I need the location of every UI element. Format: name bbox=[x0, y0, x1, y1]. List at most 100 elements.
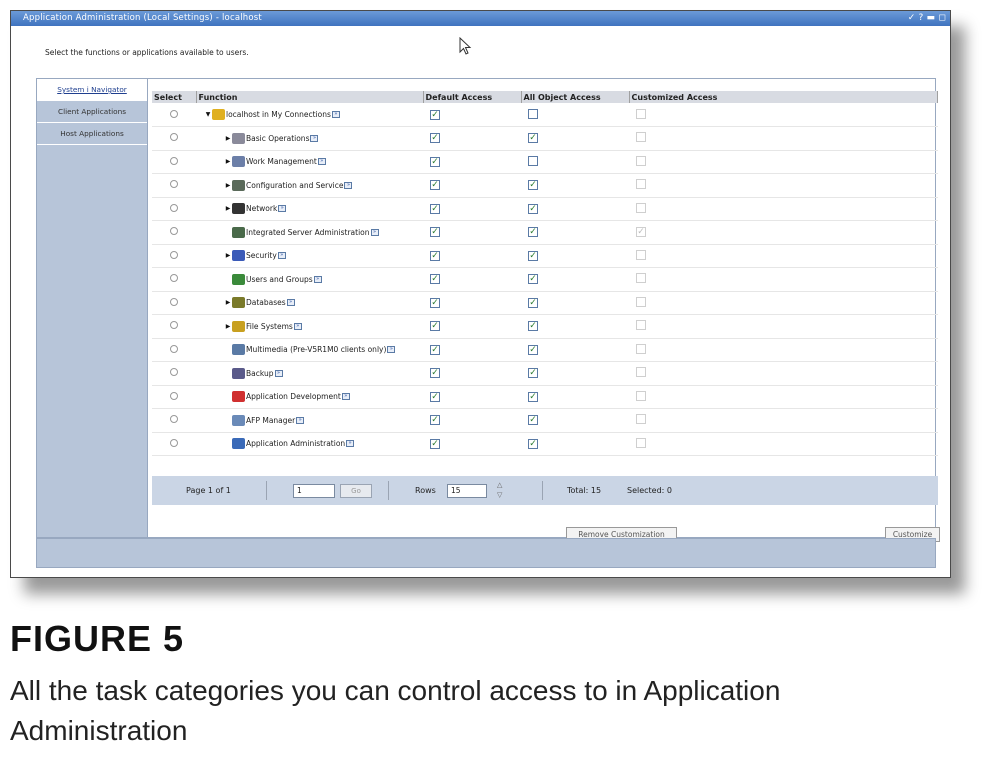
default-access-checkbox[interactable]: ✓ bbox=[430, 391, 440, 402]
select-cell bbox=[152, 432, 196, 456]
column-header-all-object-access[interactable]: All Object Access bbox=[521, 91, 630, 103]
table-row[interactable]: Multimedia (Pre-V5R1M0 clients only)» ✓ ✓ bbox=[152, 338, 938, 362]
default-access-checkbox[interactable]: ✓ bbox=[430, 250, 440, 261]
all-object-access-checkbox[interactable]: ✓ bbox=[528, 438, 538, 449]
select-radio[interactable] bbox=[170, 274, 178, 283]
all-object-access-checkbox[interactable]: ✓ bbox=[528, 274, 538, 285]
info-icon[interactable]: » bbox=[274, 369, 283, 377]
default-access-checkbox[interactable]: ✓ bbox=[430, 109, 440, 120]
info-icon[interactable]: » bbox=[341, 393, 350, 401]
nav-tab-host-applications[interactable]: Host Applications bbox=[37, 123, 147, 145]
expand-icon[interactable]: ▶ bbox=[224, 323, 232, 330]
table-row[interactable]: Application Development» ✓ ✓ bbox=[152, 385, 938, 409]
default-access-checkbox[interactable]: ✓ bbox=[430, 156, 440, 167]
info-icon[interactable]: » bbox=[346, 440, 355, 448]
column-header-select[interactable]: Select bbox=[152, 91, 197, 103]
table-row[interactable]: Application Administration» ✓ ✓ bbox=[152, 432, 938, 456]
table-row[interactable]: ▶ File Systems» ✓ ✓ bbox=[152, 314, 938, 339]
expand-icon[interactable]: ▶ bbox=[224, 205, 232, 212]
table-row[interactable]: Backup» ✓ ✓ bbox=[152, 361, 938, 386]
column-header-function[interactable]: Function bbox=[196, 91, 424, 103]
default-access-checkbox[interactable]: ✓ bbox=[430, 180, 440, 191]
default-access-checkbox[interactable]: ✓ bbox=[430, 344, 440, 355]
select-radio[interactable] bbox=[170, 368, 178, 377]
all-object-access-checkbox[interactable]: ✓ bbox=[528, 297, 538, 308]
default-access-checkbox[interactable]: ✓ bbox=[430, 415, 440, 426]
default-access-checkbox[interactable]: ✓ bbox=[430, 297, 440, 308]
all-object-access-checkbox[interactable] bbox=[528, 108, 538, 119]
all-object-access-checkbox[interactable]: ✓ bbox=[528, 227, 538, 238]
select-radio[interactable] bbox=[170, 415, 178, 424]
select-radio[interactable] bbox=[170, 227, 178, 236]
info-icon[interactable]: » bbox=[310, 134, 319, 142]
select-radio[interactable] bbox=[170, 133, 178, 142]
select-radio[interactable] bbox=[170, 297, 178, 306]
info-icon[interactable]: » bbox=[313, 275, 322, 283]
nav-tab-client-applications[interactable]: Client Applications bbox=[37, 101, 147, 123]
table-row[interactable]: ▶ Network» ✓ ✓ bbox=[152, 197, 938, 221]
default-access-checkbox[interactable]: ✓ bbox=[430, 321, 440, 332]
select-radio[interactable] bbox=[170, 156, 178, 165]
all-object-access-checkbox[interactable]: ✓ bbox=[528, 368, 538, 379]
table-row[interactable]: ▶ Databases» ✓ ✓ bbox=[152, 291, 938, 315]
table-row[interactable]: ▶ Configuration and Service» ✓ ✓ bbox=[152, 173, 938, 198]
info-icon[interactable]: » bbox=[277, 252, 286, 260]
default-access-checkbox[interactable]: ✓ bbox=[430, 368, 440, 379]
table-row[interactable]: ▶ Basic Operations» ✓ ✓ bbox=[152, 126, 938, 151]
info-icon[interactable]: » bbox=[286, 299, 295, 307]
rows-spinner-icon[interactable]: △ ▽ bbox=[497, 480, 502, 500]
table-row[interactable]: Integrated Server Administration» ✓ ✓ ✓ bbox=[152, 220, 938, 245]
expand-icon[interactable]: ▶ bbox=[224, 252, 232, 259]
function-cell: Application Development» bbox=[196, 385, 423, 409]
info-icon[interactable]: » bbox=[317, 158, 326, 166]
select-radio[interactable] bbox=[170, 438, 178, 447]
select-radio[interactable] bbox=[170, 321, 178, 330]
table-row[interactable]: AFP Manager» ✓ ✓ bbox=[152, 408, 938, 433]
column-header-customized-access[interactable]: Customized Access bbox=[629, 91, 938, 103]
table-row[interactable]: Users and Groups» ✓ ✓ bbox=[152, 267, 938, 292]
select-radio[interactable] bbox=[170, 203, 178, 212]
all-object-access-checkbox[interactable]: ✓ bbox=[528, 250, 538, 261]
table-row[interactable]: ▼ localhost in My Connections» ✓ bbox=[152, 103, 938, 127]
info-icon[interactable]: » bbox=[296, 416, 305, 424]
table-row[interactable]: ▶ Work Management» ✓ bbox=[152, 150, 938, 174]
select-radio[interactable] bbox=[170, 109, 178, 118]
all-object-access-checkbox[interactable]: ✓ bbox=[528, 415, 538, 426]
default-access-checkbox[interactable]: ✓ bbox=[430, 438, 440, 449]
select-cell bbox=[152, 220, 196, 245]
all-object-access-checkbox[interactable] bbox=[528, 155, 538, 166]
all-object-access-checkbox[interactable]: ✓ bbox=[528, 391, 538, 402]
page-number-input[interactable]: 1 bbox=[293, 484, 335, 498]
expand-icon[interactable]: ▶ bbox=[224, 135, 232, 142]
info-icon[interactable]: » bbox=[370, 228, 379, 236]
expand-icon[interactable]: ▶ bbox=[224, 182, 232, 189]
default-access-checkbox[interactable]: ✓ bbox=[430, 274, 440, 285]
go-button[interactable]: Go bbox=[340, 484, 372, 498]
all-object-access-checkbox[interactable]: ✓ bbox=[528, 344, 538, 355]
default-access-checkbox[interactable]: ✓ bbox=[430, 227, 440, 238]
info-icon[interactable]: » bbox=[293, 322, 302, 330]
default-access-checkbox[interactable]: ✓ bbox=[430, 203, 440, 214]
info-icon[interactable]: » bbox=[387, 346, 396, 354]
expand-icon[interactable]: ▶ bbox=[224, 158, 232, 165]
select-radio[interactable] bbox=[170, 180, 178, 189]
default-access-checkbox[interactable]: ✓ bbox=[430, 133, 440, 144]
window-controls[interactable]: ✓ ? ▬ ◻ bbox=[908, 11, 946, 26]
info-icon[interactable]: » bbox=[278, 205, 287, 213]
expand-icon[interactable]: ▶ bbox=[224, 299, 232, 306]
nav-tab-system-i-navigator[interactable]: System i Navigator bbox=[37, 79, 147, 101]
expand-icon[interactable]: ▼ bbox=[204, 111, 212, 118]
column-header-default-access[interactable]: Default Access bbox=[423, 91, 522, 103]
rows-per-page-input[interactable]: 15 bbox=[447, 484, 487, 498]
all-object-access-checkbox[interactable]: ✓ bbox=[528, 133, 538, 144]
table-row[interactable]: ▶ Security» ✓ ✓ bbox=[152, 244, 938, 268]
select-radio[interactable] bbox=[170, 344, 178, 353]
all-object-access-checkbox[interactable]: ✓ bbox=[528, 180, 538, 191]
info-icon[interactable]: » bbox=[344, 181, 353, 189]
select-radio[interactable] bbox=[170, 391, 178, 400]
function-label: Users and Groups bbox=[246, 274, 313, 284]
all-object-access-checkbox[interactable]: ✓ bbox=[528, 321, 538, 332]
select-radio[interactable] bbox=[170, 250, 178, 259]
info-icon[interactable]: » bbox=[331, 111, 340, 118]
all-object-access-checkbox[interactable]: ✓ bbox=[528, 203, 538, 214]
